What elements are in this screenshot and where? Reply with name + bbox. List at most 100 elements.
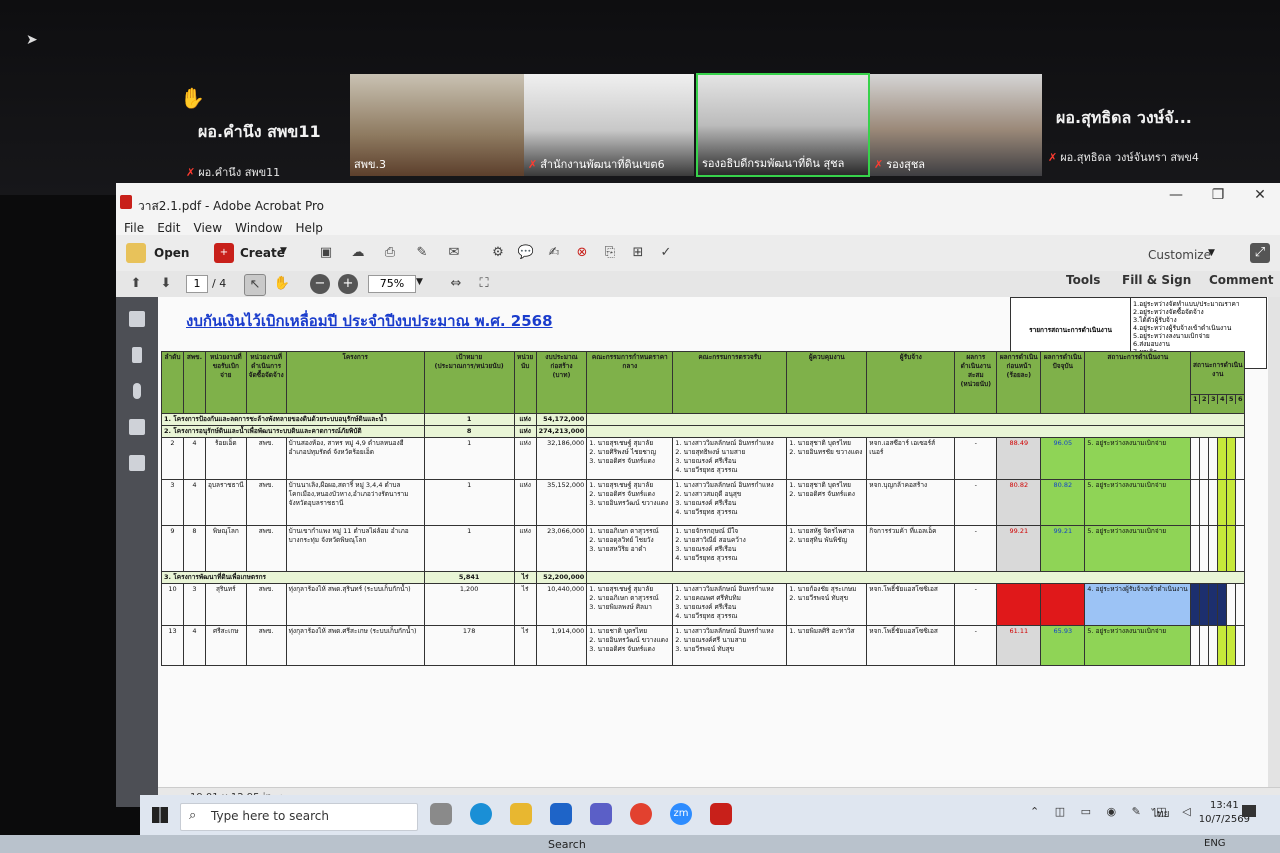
- col-progress-prev: ผลการดำเนินก่อนหน้า (ร้อยละ): [996, 351, 1042, 414]
- cell-seq: 10: [161, 583, 184, 626]
- stage-cell: [1226, 437, 1237, 480]
- chrome-browser-icon[interactable]: [630, 803, 652, 825]
- tray-icons[interactable]: ⌃ ◫ ▭ ◉ ✎ ◰ ◁: [1030, 805, 1197, 818]
- taskbar-search-input[interactable]: ⌕ Type here to search: [180, 803, 418, 831]
- chevron-down-icon[interactable]: ▼: [280, 246, 287, 256]
- insert-page-icon[interactable]: ⊞: [628, 243, 648, 263]
- cell-progress-now: 99.21: [1040, 525, 1086, 572]
- cell-progress-prev: 88.49: [996, 437, 1042, 480]
- print-icon[interactable]: ⎙: [380, 243, 400, 263]
- create-button[interactable]: Create: [240, 246, 285, 260]
- cell-project: บ้านเขากำแพง หมู่ 11 ตำบลไผ่ล้อม อำเภอ บ…: [285, 525, 425, 572]
- col-contractor: ผู้รับจ้าง: [866, 351, 956, 414]
- fit-width-icon[interactable]: ⇔: [446, 274, 466, 294]
- section-unit: แห่ง: [513, 413, 537, 426]
- section-spacer: [586, 413, 1246, 426]
- cell-unit-no: 8: [183, 525, 206, 572]
- cell-progress-prev: [996, 583, 1042, 626]
- bottom-language: ENG: [1204, 838, 1226, 849]
- select-cursor-icon[interactable]: ↖: [244, 274, 266, 296]
- bookmark-icon[interactable]: [132, 347, 142, 363]
- chevron-down-icon[interactable]: ▼: [416, 277, 423, 287]
- layers-icon[interactable]: [129, 455, 145, 471]
- cell-project: บ้านสองห้อง, สาทร หมู่ 4,9 ตำบลหนองฮี อำ…: [285, 437, 425, 480]
- menu-view[interactable]: View: [194, 221, 222, 235]
- signature-icon[interactable]: [129, 419, 145, 435]
- cell-project: บ้านนาเลิง,ผือผอ,สตาริ์ หมู่ 3,4,4 ตำบล …: [285, 479, 425, 526]
- zoom-out-icon[interactable]: −: [310, 274, 330, 294]
- zoom-select[interactable]: 75%: [368, 275, 416, 293]
- table-row: 2 4 ร้อยเอ็ด สพข. บ้านสองห้อง, สาทร หมู่…: [161, 437, 1246, 480]
- tools-button[interactable]: Tools: [1066, 273, 1100, 287]
- video-tile-3-active[interactable]: รองอธิบดีกรมพัฒนาที่ดิน สุชล: [696, 73, 870, 177]
- menu-file[interactable]: File: [124, 221, 144, 235]
- stamp-icon[interactable]: ⎘: [600, 243, 620, 263]
- sign-icon[interactable]: ✓: [656, 243, 676, 263]
- tile-name: สพข.3: [354, 158, 386, 171]
- menu-window[interactable]: Window: [235, 221, 282, 235]
- task-view-icon[interactable]: [430, 803, 452, 825]
- customize-button[interactable]: Customize: [1148, 248, 1211, 262]
- video-tile-2[interactable]: ✗ สำนักงานพัฒนาที่ดินเขต6: [524, 74, 694, 176]
- zoom-app-icon[interactable]: zm: [670, 803, 692, 825]
- arrow-up-icon[interactable]: ⬆: [126, 274, 146, 294]
- menu-edit[interactable]: Edit: [157, 221, 180, 235]
- mouse-cursor-icon: ➤: [26, 32, 38, 48]
- section-spacer: [586, 571, 1246, 584]
- table-row: 9 8 พิษณุโลก สพข. บ้านเขากำแพง หมู่ 11 ต…: [161, 525, 1246, 572]
- cell-agency: อุบลราชธานี: [205, 479, 247, 526]
- cell-progress-now: [1040, 583, 1086, 626]
- fill-sign-button[interactable]: Fill & Sign: [1122, 273, 1191, 287]
- video-tile-4[interactable]: ✗ รองสุชล: [870, 74, 1042, 176]
- restore-button[interactable]: ❐: [1198, 183, 1238, 207]
- file-explorer-icon[interactable]: [510, 803, 532, 825]
- pdf-file-icon: [120, 195, 132, 209]
- arrow-down-icon[interactable]: ⬇: [156, 274, 176, 294]
- cell-procure: สพข.: [245, 479, 287, 526]
- zoom-in-icon[interactable]: +: [338, 274, 358, 294]
- comment-button[interactable]: Comment: [1209, 273, 1273, 287]
- gear-icon[interactable]: ⚙: [488, 243, 508, 263]
- acrobat-window: วาส2.1.pdf - Adobe Acrobat Pro — ❐ ✕ Fil…: [116, 183, 1280, 807]
- acrobat-app-icon[interactable]: [710, 803, 732, 825]
- fit-page-icon[interactable]: ⛶: [474, 274, 494, 294]
- stage-cell: [1235, 437, 1246, 480]
- minimize-button[interactable]: —: [1156, 183, 1196, 207]
- email-icon[interactable]: ✉: [444, 243, 464, 263]
- cell-agency: ร้อยเอ็ด: [205, 437, 247, 480]
- teams-icon[interactable]: [590, 803, 612, 825]
- cell-agency: สุรินทร์: [205, 583, 247, 626]
- highlight-icon[interactable]: ✍: [544, 243, 564, 263]
- cloud-upload-icon[interactable]: ☁: [348, 243, 368, 263]
- vertical-scrollbar[interactable]: [1268, 297, 1280, 787]
- edge-browser-icon[interactable]: [470, 803, 492, 825]
- page-thumbnails-icon[interactable]: [129, 311, 145, 327]
- delete-page-icon[interactable]: ⊗: [572, 243, 592, 263]
- comment-icon[interactable]: 💬: [516, 243, 536, 263]
- hand-tool-icon[interactable]: ✋: [272, 274, 292, 294]
- stage-cell: [1217, 479, 1228, 526]
- cell-supervisor: 1. นายสุชาติ บุตรไทย 2. นายอดิศร จันทร์แ…: [786, 479, 868, 526]
- tile-name: ✗ สำนักงานพัฒนาที่ดินเขต6: [528, 158, 665, 171]
- save-icon[interactable]: ▣: [316, 243, 336, 263]
- video-tile-1[interactable]: สพข.3: [350, 74, 524, 176]
- menu-help[interactable]: Help: [296, 221, 323, 235]
- document-title: งบกันเงินไว้เบิกเหลื่อมปี ประจำปีงบประมา…: [186, 312, 553, 330]
- outlook-icon[interactable]: [550, 803, 572, 825]
- attachment-icon[interactable]: [133, 383, 141, 399]
- open-button[interactable]: Open: [154, 246, 189, 260]
- language-indicator[interactable]: ไทย: [1152, 807, 1169, 822]
- tile-name: ✗ รองสุชล: [874, 158, 926, 171]
- cell-committee-check: 1. นายจักรกฤษณ์ มีใจ 2. นายสาวิณีย์ สอนค…: [672, 525, 788, 572]
- col-budget: งบประมาณก่อสร้าง (บาท): [535, 351, 588, 414]
- cell-committee-price: 1. นายสุรเชษฐ์ สุมาลัย 2. นายอภิเษก ตาสุ…: [586, 583, 674, 626]
- page-number-input[interactable]: 1: [186, 275, 208, 293]
- chevron-down-icon[interactable]: ▼: [1208, 248, 1215, 258]
- cell-progress-acc: -: [954, 525, 998, 572]
- notification-icon[interactable]: [1242, 805, 1256, 817]
- windows-start-icon[interactable]: [152, 807, 168, 823]
- edit-icon[interactable]: ✎: [412, 243, 432, 263]
- cell-supervisor: 1. นายพิมลศิริ อะทาวิส: [786, 625, 868, 666]
- close-button[interactable]: ✕: [1240, 183, 1280, 207]
- expand-icon[interactable]: ⤢: [1250, 243, 1270, 263]
